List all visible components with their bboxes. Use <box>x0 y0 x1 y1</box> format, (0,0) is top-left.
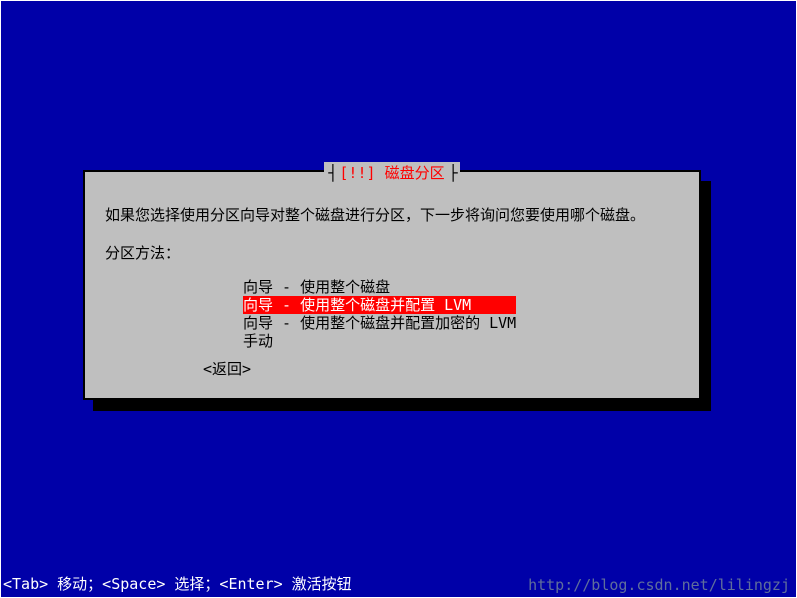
keyboard-hint: <Tab> 移动；<Space> 选择；<Enter> 激活按钮 <box>3 573 352 594</box>
title-divider-left: ┤ <box>328 164 335 182</box>
instruction-text: 如果您选择使用分区向导对整个磁盘进行分区，下一步将询问您要使用哪个磁盘。 <box>105 204 645 225</box>
watermark: http://blog.csdn.net/lilingzj <box>528 576 790 594</box>
dialog-title: [!!] 磁盘分区 <box>335 162 448 183</box>
option-guided-encrypted-lvm[interactable]: 向导 - 使用整个磁盘并配置加密的 LVM <box>243 314 516 332</box>
options-list: 向导 - 使用整个磁盘 向导 - 使用整个磁盘并配置 LVM 向导 - 使用整个… <box>243 278 516 350</box>
option-manual[interactable]: 手动 <box>243 332 516 350</box>
dialog-title-area: ┤ [!!] 磁盘分区 ├ <box>85 162 699 183</box>
title-divider-right: ├ <box>449 164 456 182</box>
back-button[interactable]: <返回> <box>203 358 251 379</box>
method-label: 分区方法： <box>105 242 180 263</box>
option-guided-lvm[interactable]: 向导 - 使用整个磁盘并配置 LVM <box>243 296 516 314</box>
option-guided-whole-disk[interactable]: 向导 - 使用整个磁盘 <box>243 278 516 296</box>
partition-dialog: ┤ [!!] 磁盘分区 ├ 如果您选择使用分区向导对整个磁盘进行分区，下一步将询… <box>83 170 701 400</box>
installer-screen: ┤ [!!] 磁盘分区 ├ 如果您选择使用分区向导对整个磁盘进行分区，下一步将询… <box>1 1 796 597</box>
